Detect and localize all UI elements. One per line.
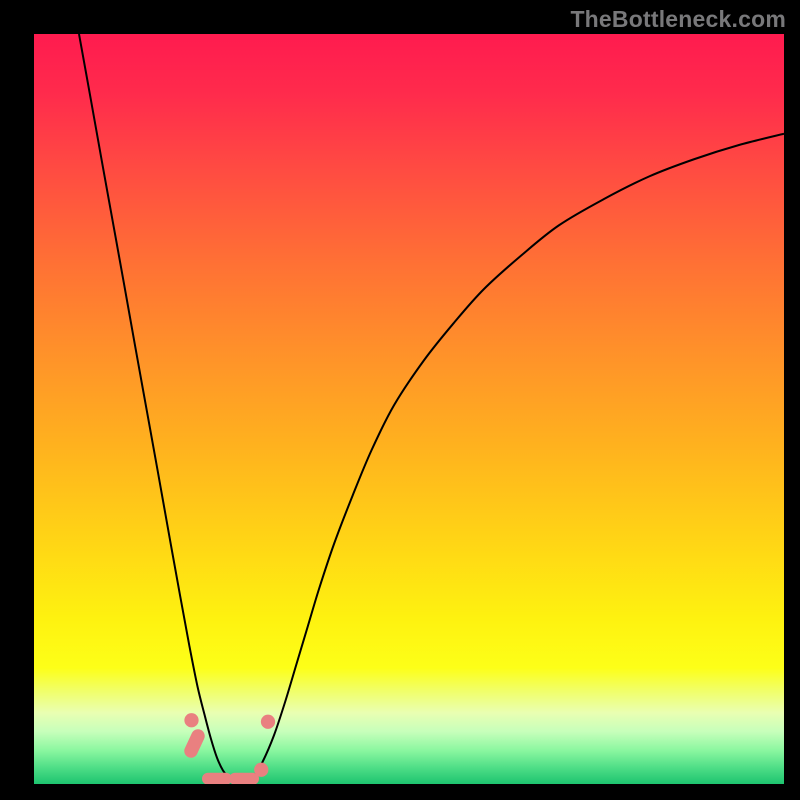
chart-area bbox=[34, 34, 784, 784]
data-markers bbox=[34, 34, 784, 784]
watermark-text: TheBottleneck.com bbox=[570, 6, 786, 33]
